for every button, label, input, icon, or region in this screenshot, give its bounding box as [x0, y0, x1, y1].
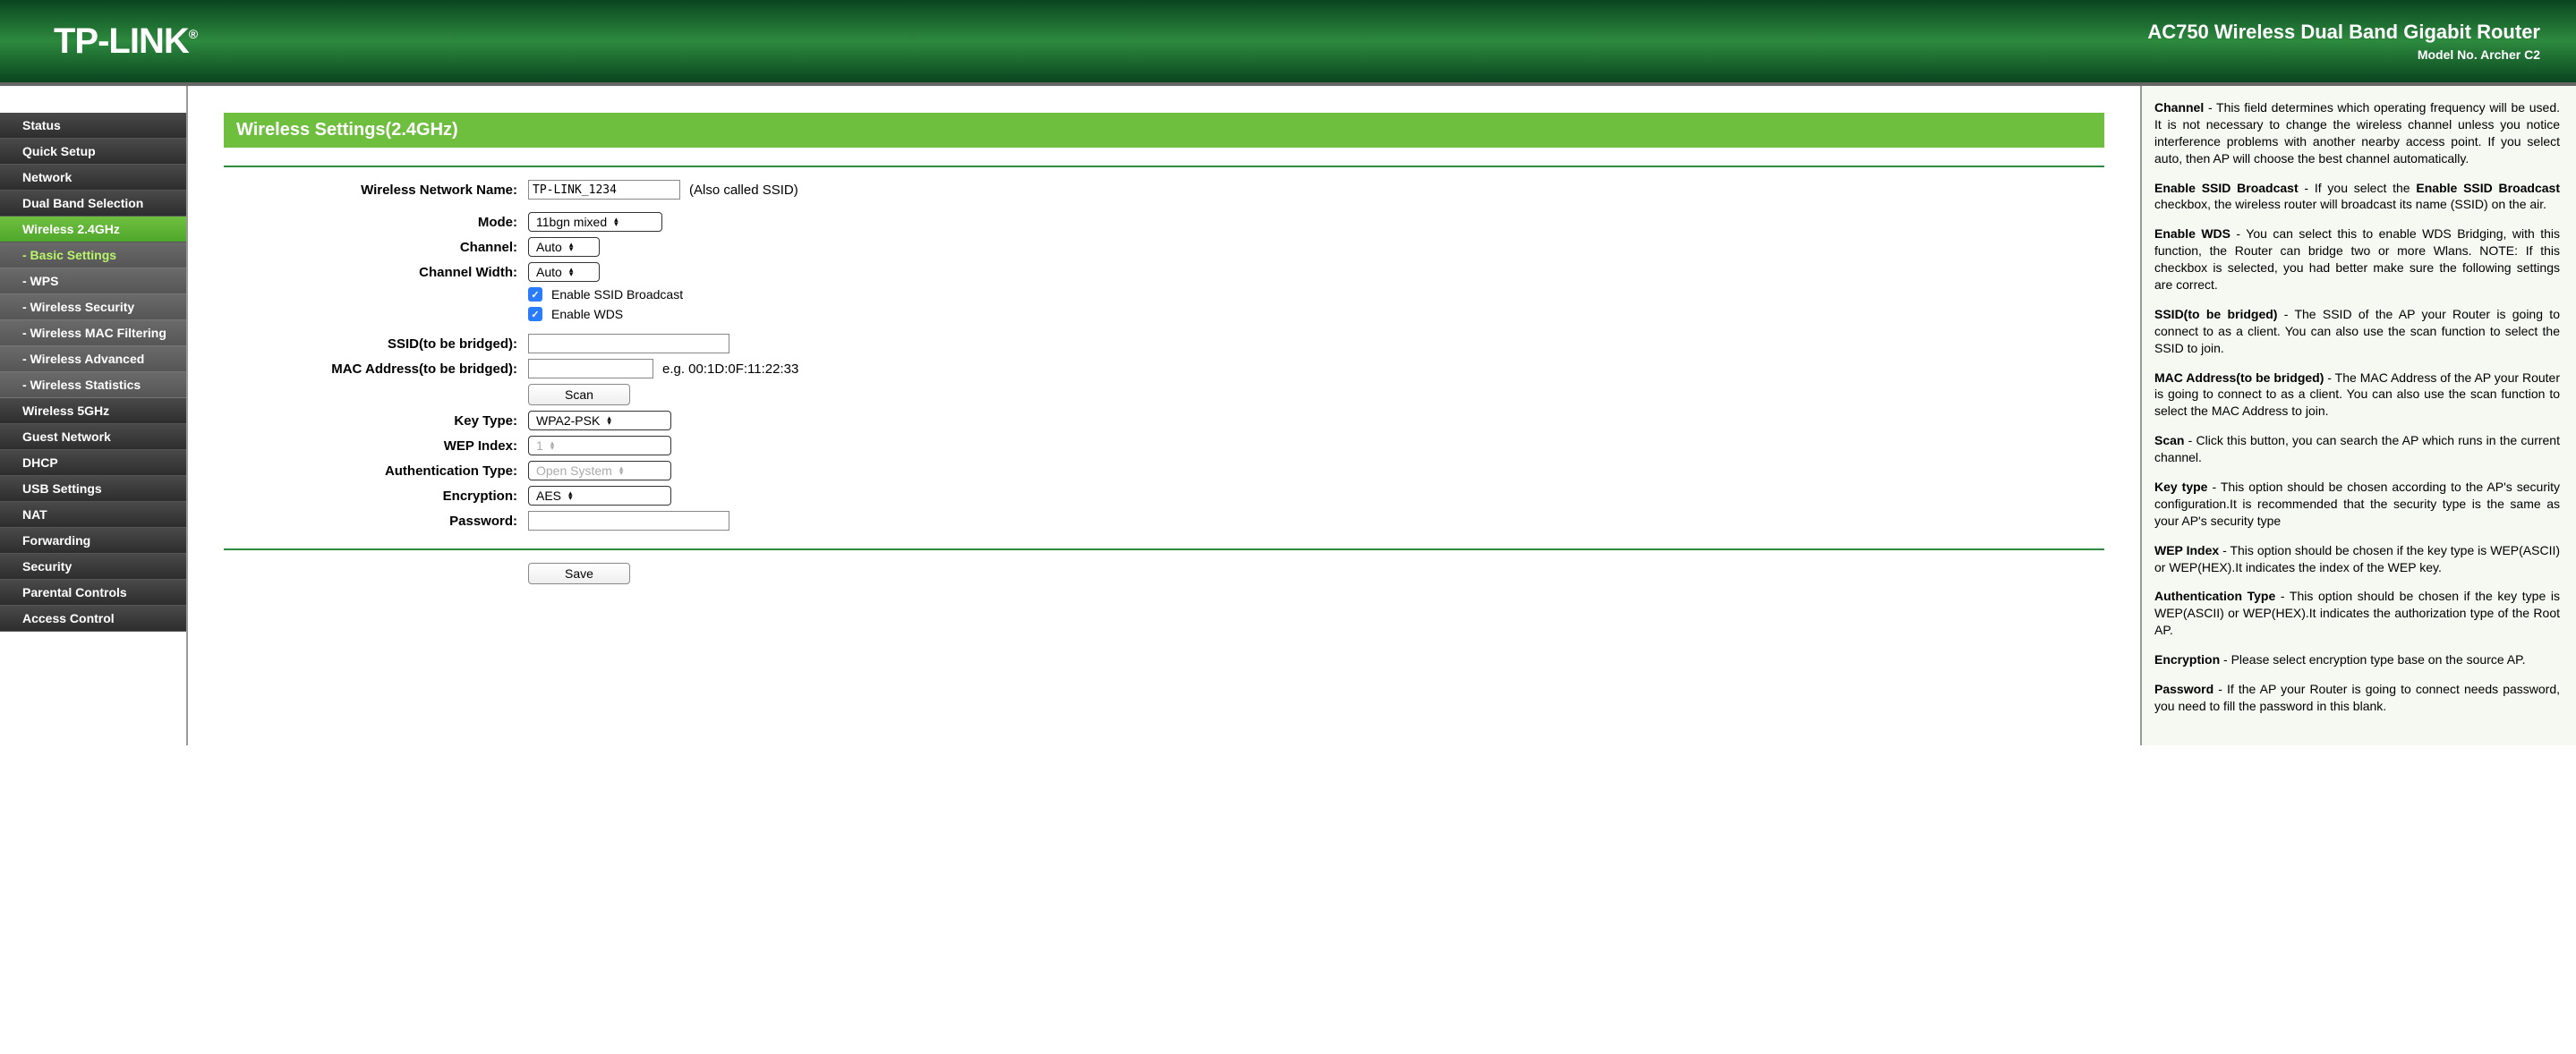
select-key-type[interactable]: WPA2-PSK ▴▾ [528, 411, 671, 430]
nav-nat[interactable]: NAT [0, 502, 186, 528]
checkbox-ssid-broadcast[interactable]: ✓ [528, 287, 542, 302]
input-password[interactable] [528, 511, 729, 531]
select-mode-value: 11bgn mixed [536, 215, 607, 229]
label-ssid-broadcast: Enable SSID Broadcast [551, 287, 683, 302]
save-button[interactable]: Save [528, 563, 630, 584]
nav-basic-settings[interactable]: - Basic Settings [0, 242, 186, 268]
label-bridged-mac: MAC Address(to be bridged): [224, 361, 528, 377]
chevron-updown-icon: ▴▾ [614, 217, 618, 226]
input-bridged-mac[interactable] [528, 359, 653, 378]
help-term: Channel [2154, 100, 2204, 115]
nav-access-control[interactable]: Access Control [0, 606, 186, 632]
nav-wireless-5[interactable]: Wireless 5GHz [0, 398, 186, 424]
divider [224, 166, 2104, 167]
label-mode: Mode: [224, 215, 528, 230]
help-term: Password [2154, 682, 2213, 696]
help-term: SSID(to be bridged) [2154, 307, 2277, 321]
label-encryption: Encryption: [224, 489, 528, 504]
hint-mac: e.g. 00:1D:0F:11:22:33 [662, 361, 798, 377]
chevron-updown-icon: ▴▾ [569, 268, 574, 276]
label-network-name: Wireless Network Name: [224, 183, 528, 198]
select-mode[interactable]: 11bgn mixed ▴▾ [528, 212, 662, 232]
select-encryption-value: AES [536, 489, 561, 503]
label-bridged-ssid: SSID(to be bridged): [224, 336, 528, 352]
page-title: Wireless Settings(2.4GHz) [224, 113, 2104, 148]
nav-forwarding[interactable]: Forwarding [0, 528, 186, 554]
label-password: Password: [224, 514, 528, 529]
divider [224, 548, 2104, 550]
header-right: AC750 Wireless Dual Band Gigabit Router … [2147, 21, 2549, 62]
help-term: Enable SSID Broadcast [2154, 181, 2299, 195]
label-auth-type: Authentication Type: [224, 463, 528, 479]
nav-dhcp[interactable]: DHCP [0, 450, 186, 476]
select-channel-value: Auto [536, 240, 562, 254]
label-channel: Channel: [224, 240, 528, 255]
nav-dual-band[interactable]: Dual Band Selection [0, 191, 186, 217]
hint-ssid: (Also called SSID) [689, 183, 798, 198]
main-panel: Wireless Settings(2.4GHz) Wireless Netwo… [186, 86, 2142, 745]
chevron-updown-icon: ▴▾ [569, 242, 574, 251]
help-panel: Channel - This field determines which op… [2142, 86, 2576, 745]
select-wepindex-value: 1 [536, 438, 543, 453]
help-term: Encryption [2154, 652, 2220, 667]
nav-network[interactable]: Network [0, 165, 186, 191]
nav-status[interactable]: Status [0, 113, 186, 139]
help-term: Authentication Type [2154, 589, 2275, 603]
model-number: Model No. Archer C2 [2147, 47, 2540, 62]
nav-quick-setup[interactable]: Quick Setup [0, 139, 186, 165]
label-enable-wds: Enable WDS [551, 307, 623, 321]
nav-wireless-security[interactable]: - Wireless Security [0, 294, 186, 320]
nav-mac-filtering[interactable]: - Wireless MAC Filtering [0, 320, 186, 346]
select-auth-type: Open System ▴▾ [528, 461, 671, 480]
chevron-updown-icon: ▴▾ [568, 491, 573, 500]
select-channel[interactable]: Auto ▴▾ [528, 237, 600, 257]
select-width-value: Auto [536, 265, 562, 279]
nav-wireless-statistics[interactable]: - Wireless Statistics [0, 372, 186, 398]
checkbox-enable-wds[interactable]: ✓ [528, 307, 542, 321]
product-title: AC750 Wireless Dual Band Gigabit Router [2147, 21, 2540, 44]
nav-usb-settings[interactable]: USB Settings [0, 476, 186, 502]
nav-parental-controls[interactable]: Parental Controls [0, 580, 186, 606]
label-channel-width: Channel Width: [224, 265, 528, 280]
header: TP-LINK® AC750 Wireless Dual Band Gigabi… [0, 0, 2576, 86]
select-channel-width[interactable]: Auto ▴▾ [528, 262, 600, 282]
label-wep-index: WEP Index: [224, 438, 528, 454]
select-wep-index: 1 ▴▾ [528, 436, 671, 455]
input-network-name[interactable] [528, 180, 680, 200]
help-term: Scan [2154, 433, 2184, 447]
nav-wireless-advanced[interactable]: - Wireless Advanced [0, 346, 186, 372]
help-term: WEP Index [2154, 543, 2219, 557]
help-term: MAC Address(to be bridged) [2154, 370, 2324, 385]
chevron-updown-icon: ▴▾ [607, 416, 611, 425]
sidebar: Status Quick Setup Network Dual Band Sel… [0, 86, 186, 745]
input-bridged-ssid[interactable] [528, 334, 729, 353]
help-term: Key type [2154, 480, 2207, 494]
select-encryption[interactable]: AES ▴▾ [528, 486, 671, 506]
select-keytype-value: WPA2-PSK [536, 413, 600, 428]
select-authtype-value: Open System [536, 463, 612, 478]
nav-guest-network[interactable]: Guest Network [0, 424, 186, 450]
label-key-type: Key Type: [224, 413, 528, 429]
chevron-updown-icon: ▴▾ [550, 441, 555, 450]
scan-button[interactable]: Scan [528, 384, 630, 405]
nav-security[interactable]: Security [0, 554, 186, 580]
chevron-updown-icon: ▴▾ [619, 466, 624, 475]
help-term: Enable WDS [2154, 226, 2231, 241]
nav-wireless-24[interactable]: Wireless 2.4GHz [0, 217, 186, 242]
nav-wps[interactable]: - WPS [0, 268, 186, 294]
brand-logo: TP-LINK® [54, 21, 197, 62]
